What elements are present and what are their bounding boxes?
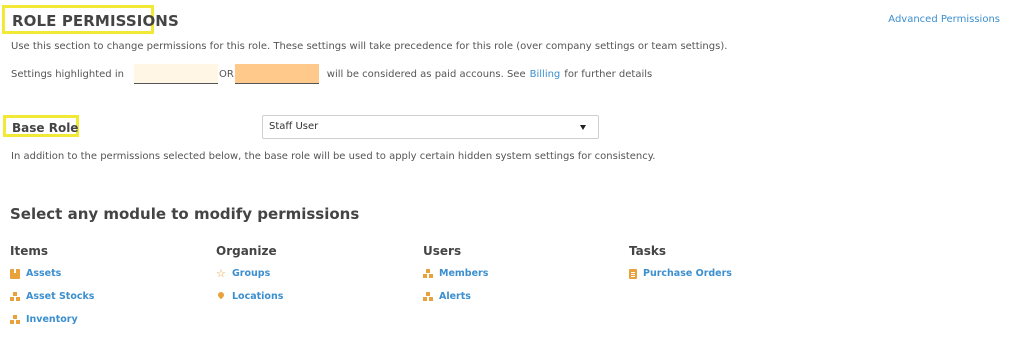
section-description: Use this section to change permissions f… (11, 41, 728, 52)
legend-or: OR (218, 68, 234, 80)
highlight-legend: Settings highlighted in OR will be consi… (11, 62, 652, 86)
module-label: Asset Stocks (26, 291, 95, 302)
module-label: Assets (26, 268, 62, 279)
column-heading-tasks: Tasks (629, 244, 667, 258)
module-link-locations[interactable]: Locations (216, 291, 283, 302)
module-link-alerts[interactable]: Alerts (423, 291, 471, 302)
location-pin-icon (216, 292, 226, 302)
module-link-asset-stocks[interactable]: Asset Stocks (10, 291, 94, 302)
dark-highlight-swatch (234, 64, 319, 84)
module-label: Members (439, 268, 489, 279)
modules-title: Select any module to modify permissions (10, 205, 360, 223)
column-heading-organize: Organize (216, 244, 277, 258)
stack-icon (10, 314, 20, 325)
module-label: Inventory (26, 314, 78, 325)
document-icon (629, 268, 637, 279)
billing-link[interactable]: Billing (530, 69, 561, 80)
module-link-members[interactable]: Members (423, 268, 488, 279)
legend-prefix: Settings highlighted in (11, 68, 124, 80)
legend-tail: for further details (564, 68, 653, 80)
module-label: Groups (232, 268, 271, 279)
box-icon (10, 268, 20, 279)
base-role-selected-value: Staff User (269, 121, 319, 132)
column-heading-items: Items (10, 244, 48, 258)
module-link-assets[interactable]: Assets (10, 268, 61, 279)
advanced-permissions-link[interactable]: Advanced Permissions (888, 14, 1000, 25)
base-role-description: In addition to the permissions selected … (11, 151, 656, 162)
page-title: ROLE PERMISSIONS (12, 12, 179, 30)
legend-suffix: will be considered as paid accouns. See (326, 68, 526, 80)
alert-icon (423, 291, 433, 302)
module-label: Locations (232, 291, 284, 302)
members-icon (423, 268, 433, 279)
column-heading-users: Users (423, 244, 462, 258)
base-role-select[interactable]: Staff User (262, 115, 599, 139)
base-role-label-box: Base Role (3, 115, 79, 137)
role-permissions-heading-box: ROLE PERMISSIONS (2, 5, 179, 34)
star-icon: ☆ (216, 266, 226, 280)
base-role-label: Base Role (12, 121, 79, 135)
module-label: Purchase Orders (643, 268, 732, 279)
module-link-groups[interactable]: ☆ Groups (216, 266, 271, 280)
module-link-inventory[interactable]: Inventory (10, 314, 78, 325)
stack-icon (10, 291, 20, 302)
module-label: Alerts (439, 291, 471, 302)
dropdown-caret-icon (580, 125, 586, 130)
light-highlight-swatch (133, 64, 218, 84)
module-link-purchase-orders[interactable]: Purchase Orders (629, 268, 732, 279)
